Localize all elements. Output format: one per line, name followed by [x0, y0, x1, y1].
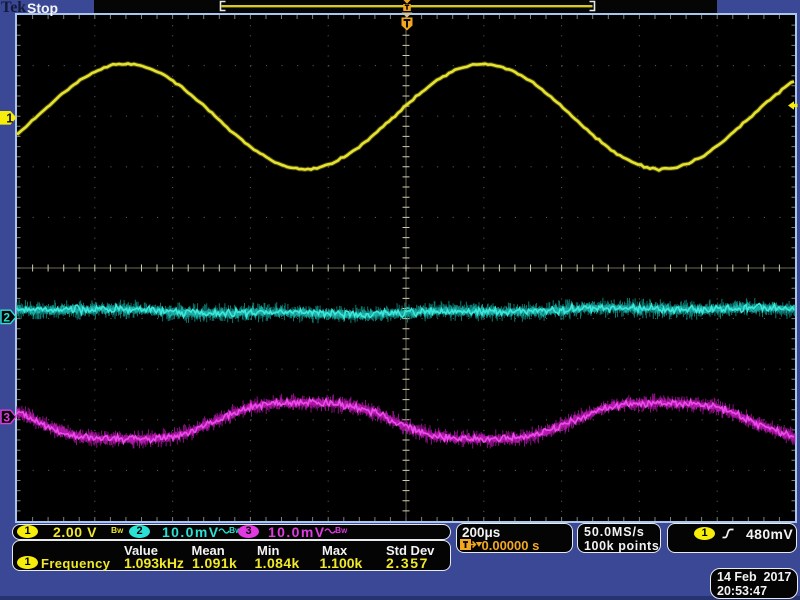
svg-text:2: 2 — [3, 310, 10, 324]
svg-text:1: 1 — [6, 111, 13, 125]
svg-text:3: 3 — [3, 410, 10, 424]
